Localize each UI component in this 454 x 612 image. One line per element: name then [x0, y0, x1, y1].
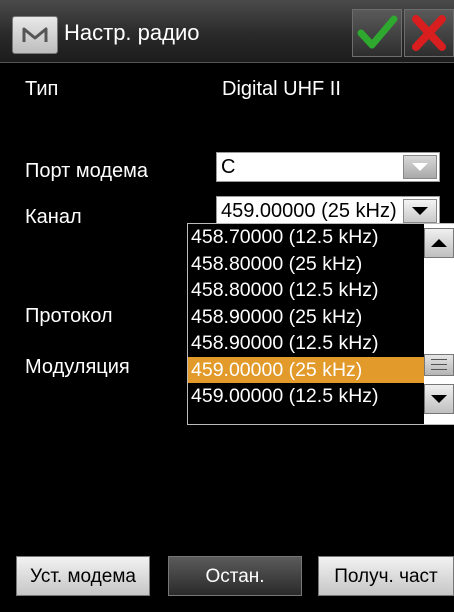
- channel-dropdown-arrow[interactable]: [403, 199, 437, 223]
- channel-select-value: 459.00000 (25 kHz): [221, 200, 397, 222]
- chevron-down-icon: [431, 395, 447, 403]
- modulation-label: Модуляция: [25, 356, 130, 378]
- port-select-value: C: [221, 156, 236, 178]
- window-title: Настр. радио: [64, 20, 200, 45]
- chevron-up-icon: [431, 239, 447, 247]
- port-select[interactable]: C: [216, 152, 440, 182]
- type-label: Тип: [25, 78, 59, 100]
- channel-option[interactable]: 458.90000 (12.5 kHz): [188, 330, 424, 357]
- channel-options: 458.70000 (12.5 kHz) 458.80000 (25 kHz) …: [188, 224, 424, 424]
- channel-option[interactable]: 458.90000 (25 kHz): [188, 304, 424, 331]
- scroll-thumb[interactable]: [424, 354, 454, 376]
- port-dropdown-arrow[interactable]: [403, 155, 437, 179]
- app-menu-icon[interactable]: [12, 16, 58, 54]
- cancel-button[interactable]: [404, 9, 454, 57]
- channel-option[interactable]: 458.80000 (25 kHz): [188, 251, 424, 278]
- chevron-down-icon: [412, 207, 428, 215]
- channel-option[interactable]: 459.00000 (12.5 kHz): [188, 383, 424, 410]
- close-icon: [412, 15, 446, 51]
- dropdown-scrollbar[interactable]: [424, 224, 454, 424]
- scroll-up-button[interactable]: [424, 228, 454, 258]
- title-bar: Настр. радио: [0, 0, 454, 63]
- channel-option[interactable]: 459.00000 (25 kHz): [188, 356, 424, 383]
- type-value: Digital UHF II: [222, 78, 341, 100]
- port-label: Порт модема: [25, 160, 148, 182]
- chevron-down-icon: [412, 163, 428, 171]
- ok-button[interactable]: [352, 9, 402, 57]
- set-modem-button[interactable]: Уст. модема: [16, 556, 150, 596]
- channel-option[interactable]: 458.80000 (12.5 kHz): [188, 277, 424, 304]
- stop-button[interactable]: Остан.: [168, 556, 302, 596]
- channel-option[interactable]: 458.70000 (12.5 kHz): [188, 224, 424, 251]
- channel-select[interactable]: 459.00000 (25 kHz): [216, 196, 440, 226]
- protocol-label: Протокол: [25, 305, 113, 327]
- get-frequency-button[interactable]: Получ. част: [318, 556, 454, 596]
- channel-label: Канал: [25, 206, 82, 228]
- channel-dropdown-list[interactable]: 458.70000 (12.5 kHz) 458.80000 (25 kHz) …: [187, 223, 454, 425]
- checkmark-icon: [357, 15, 398, 49]
- scroll-down-button[interactable]: [424, 384, 454, 414]
